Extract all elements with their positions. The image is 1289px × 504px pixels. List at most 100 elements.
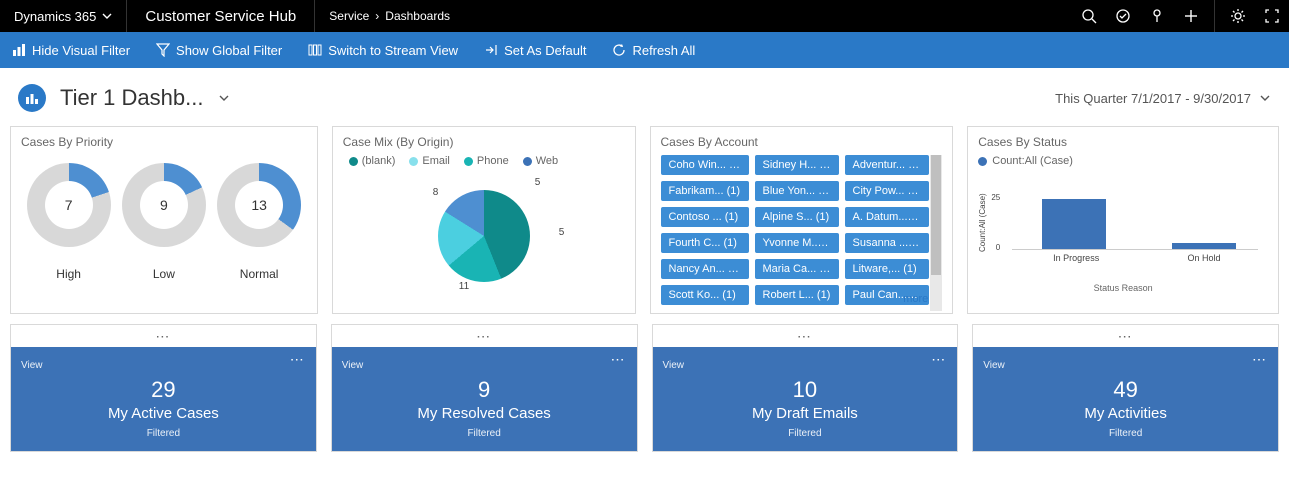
view-label: View: [342, 360, 364, 371]
donut-low[interactable]: 9: [122, 163, 206, 247]
account-tag[interactable]: Contoso ... (1): [661, 207, 749, 227]
brand-label: Dynamics 365: [14, 9, 96, 24]
tile-more-icon[interactable]: ⋯: [611, 351, 627, 368]
refresh-all-button[interactable]: Refresh All: [612, 43, 695, 58]
account-tag[interactable]: Alpine S... (1): [755, 207, 839, 227]
tile-count: 10: [663, 377, 948, 403]
tile-more-top[interactable]: ⋯: [973, 325, 1278, 347]
bar-legend: Count:All (Case): [978, 155, 1268, 167]
tile-more-icon[interactable]: ⋯: [931, 351, 947, 368]
tile-name: My Draft Emails: [663, 405, 948, 422]
legend-swatch: [409, 157, 418, 166]
account-tag[interactable]: Sidney H... (1): [755, 155, 839, 175]
crumb-service[interactable]: Service: [329, 9, 369, 23]
donut-label: Normal: [240, 267, 279, 281]
account-tag[interactable]: Robert L... (1): [755, 285, 839, 305]
account-tag[interactable]: Maria Ca... (1): [755, 259, 839, 279]
chevron-down-icon: [217, 91, 231, 105]
fullscreen-icon[interactable]: [1255, 0, 1289, 32]
tile-filtered: Filtered: [342, 428, 627, 439]
tile-count: 49: [983, 377, 1268, 403]
crumb-dashboards[interactable]: Dashboards: [385, 9, 450, 23]
account-tag[interactable]: Yvonne M... (1): [755, 233, 839, 253]
show-global-filter-button[interactable]: Show Global Filter: [156, 43, 282, 58]
tile-filtered: Filtered: [983, 428, 1268, 439]
account-tag[interactable]: Nancy An... (1): [661, 259, 749, 279]
tile-count: 29: [21, 377, 306, 403]
more-link[interactable]: more: [903, 293, 928, 305]
bar-plot[interactable]: In Progress On Hold: [1012, 171, 1268, 281]
crumb-sep: ›: [375, 9, 379, 23]
view-label: View: [983, 360, 1005, 371]
switch-stream-button[interactable]: Switch to Stream View: [308, 43, 458, 58]
stream-resolved-cases[interactable]: ⋯ View ⋯ 9 My Resolved Cases Filtered: [331, 324, 638, 452]
account-tag[interactable]: Fourth C... (1): [661, 233, 749, 253]
search-icon[interactable]: [1072, 0, 1106, 32]
tile-more-icon[interactable]: ⋯: [290, 351, 306, 368]
x-category: On Hold: [1140, 253, 1268, 263]
bar-on-hold[interactable]: [1172, 243, 1236, 249]
legend-swatch: [978, 157, 987, 166]
set-default-button[interactable]: Set As Default: [484, 43, 586, 58]
scrollbar-thumb[interactable]: [931, 155, 941, 275]
y-tick: 25: [991, 193, 1000, 202]
account-tag[interactable]: Fabrikam... (1): [661, 181, 749, 201]
dashboard-selector[interactable]: [217, 91, 231, 105]
refresh-icon: [612, 43, 626, 57]
visual-filter-row: Cases By Priority 7 High 9 Low 13 Normal…: [0, 126, 1289, 314]
account-tag[interactable]: A. Datum... (1): [845, 207, 929, 227]
stream-activities[interactable]: ⋯ View ⋯ 49 My Activities Filtered: [972, 324, 1279, 452]
account-tag[interactable]: City Pow... (1): [845, 181, 929, 201]
donut-label: High: [56, 267, 81, 281]
tile-filtered: Filtered: [21, 428, 306, 439]
dashboard-icon: [18, 84, 46, 112]
scrollbar[interactable]: [930, 155, 942, 311]
tile-name: My Activities: [983, 405, 1268, 422]
chart-icon: [12, 43, 26, 57]
dashboard-title-row: Tier 1 Dashb... This Quarter 7/1/2017 - …: [0, 68, 1289, 126]
card-title: Cases By Status: [978, 135, 1268, 149]
card-cases-by-priority: Cases By Priority 7 High 9 Low 13 Normal: [10, 126, 318, 314]
y-tick: 0: [996, 243, 1000, 252]
date-range-selector[interactable]: This Quarter 7/1/2017 - 9/30/2017: [1055, 91, 1271, 106]
account-tag[interactable]: Coho Win... (2): [661, 155, 749, 175]
command-bar: Hide Visual Filter Show Global Filter Sw…: [0, 32, 1289, 68]
tile-more-icon[interactable]: ⋯: [1252, 351, 1268, 368]
help-icon[interactable]: [1140, 0, 1174, 32]
card-title: Case Mix (By Origin): [343, 135, 625, 149]
card-cases-by-status: Cases By Status Count:All (Case) Count:A…: [967, 126, 1279, 314]
account-tag[interactable]: Litware,... (1): [845, 259, 929, 279]
hide-visual-filter-button[interactable]: Hide Visual Filter: [12, 43, 130, 58]
x-category: In Progress: [1012, 253, 1140, 263]
legend-swatch: [349, 157, 358, 166]
pie-chart[interactable]: [438, 190, 530, 282]
stream-active-cases[interactable]: ⋯ View ⋯ 29 My Active Cases Filtered: [10, 324, 317, 452]
account-tag[interactable]: Adventur... (1): [845, 155, 929, 175]
bar-in-progress[interactable]: [1042, 199, 1106, 249]
account-tag[interactable]: Scott Ko... (1): [661, 285, 749, 305]
account-tag[interactable]: Susanna ... (1): [845, 233, 929, 253]
y-axis-title: Count:All (Case): [978, 183, 987, 263]
tile-more-top[interactable]: ⋯: [11, 325, 316, 347]
legend-swatch: [464, 157, 473, 166]
tile-name: My Resolved Cases: [342, 405, 627, 422]
card-title: Cases By Priority: [21, 135, 307, 149]
funnel-icon: [156, 43, 170, 57]
donut-normal[interactable]: 13: [217, 163, 301, 247]
tile-more-top[interactable]: ⋯: [653, 325, 958, 347]
tile-filtered: Filtered: [663, 428, 948, 439]
stream-draft-emails[interactable]: ⋯ View ⋯ 10 My Draft Emails Filtered: [652, 324, 959, 452]
x-axis-title: Status Reason: [978, 283, 1268, 293]
task-icon[interactable]: [1106, 0, 1140, 32]
tile-more-top[interactable]: ⋯: [332, 325, 637, 347]
breadcrumb: Service › Dashboards: [315, 0, 464, 32]
donut-high[interactable]: 7: [27, 163, 111, 247]
card-cases-by-account: Cases By Account Coho Win... (2)Sidney H…: [650, 126, 954, 314]
add-icon[interactable]: [1174, 0, 1208, 32]
gear-icon[interactable]: [1221, 0, 1255, 32]
stream-tiles: ⋯ View ⋯ 29 My Active Cases Filtered ⋯ V…: [0, 314, 1289, 452]
brand-switcher[interactable]: Dynamics 365: [0, 0, 127, 32]
account-tag[interactable]: Blue Yon... (1): [755, 181, 839, 201]
chevron-down-icon: [1259, 92, 1271, 104]
columns-icon: [308, 43, 322, 57]
